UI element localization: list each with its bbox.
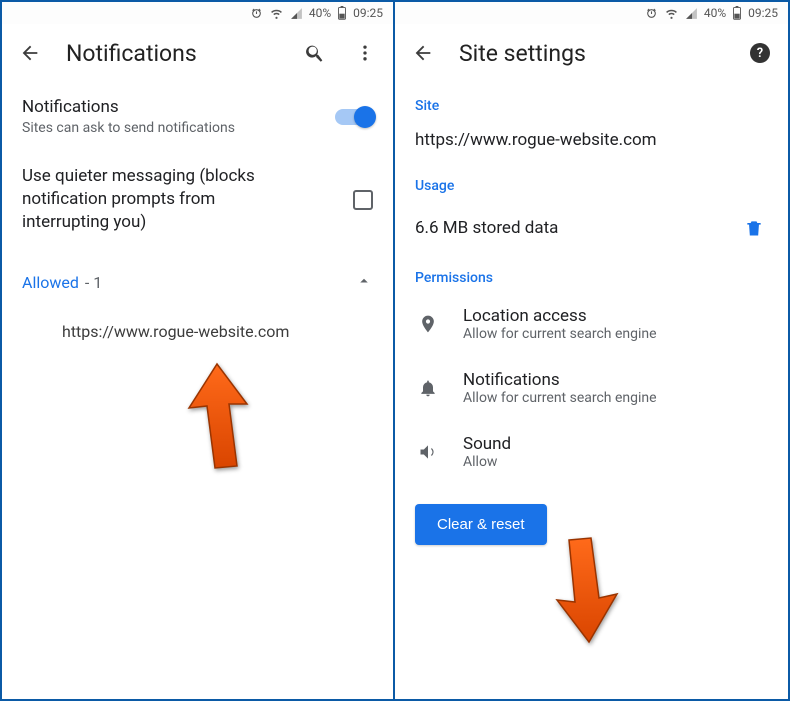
wifi-icon <box>269 7 284 20</box>
quieter-checkbox[interactable] <box>353 190 373 210</box>
row-notifications-toggle[interactable]: Notifications Sites can ask to send noti… <box>2 82 393 151</box>
battery-percent: 40% <box>309 6 331 20</box>
signal-icon <box>290 7 303 20</box>
battery-percent: 40% <box>704 6 726 20</box>
notif-title: Notifications <box>463 370 768 390</box>
allowed-label: Allowed <box>22 273 79 292</box>
back-icon[interactable] <box>16 39 44 67</box>
status-bar-2: 40% 09:25 <box>395 2 788 24</box>
alarm-icon <box>645 7 658 20</box>
location-title: Location access <box>463 306 768 326</box>
notifications-heading: Notifications <box>22 96 319 119</box>
section-usage: Usage <box>395 168 788 200</box>
clear-reset-button[interactable]: Clear & reset <box>415 504 547 545</box>
back-icon[interactable] <box>409 39 437 67</box>
location-icon <box>415 312 441 336</box>
site-url: https://www.rogue-website.com <box>395 120 788 168</box>
bell-icon <box>415 377 441 399</box>
section-site: Site <box>395 82 788 120</box>
section-permissions: Permissions <box>395 260 788 292</box>
alarm-icon <box>250 7 263 20</box>
row-location[interactable]: Location access Allow for current search… <box>395 292 788 356</box>
overflow-menu-icon[interactable] <box>351 39 379 67</box>
allowed-count: - 1 <box>85 273 102 292</box>
clock-time: 09:25 <box>748 6 778 20</box>
panel-site-settings: 40% 09:25 Site settings ? Site https://w… <box>395 2 788 699</box>
wifi-icon <box>664 7 679 20</box>
battery-icon <box>337 6 347 20</box>
location-sub: Allow for current search engine <box>463 326 768 342</box>
row-sound[interactable]: Sound Allow <box>395 420 788 484</box>
row-allowed-section[interactable]: Allowed - 1 <box>2 248 393 306</box>
chevron-up-icon <box>355 272 373 294</box>
annotation-arrow-2 <box>545 536 629 650</box>
battery-icon <box>732 6 742 20</box>
notif-sub: Allow for current search engine <box>463 390 768 406</box>
screenshot-stage: risk.com 40% 09:25 Notifications <box>0 0 790 701</box>
sound-title: Sound <box>463 434 768 454</box>
allowed-site-item[interactable]: https://www.rogue-website.com <box>2 306 393 357</box>
quieter-text: Use quieter messaging (blocks notificati… <box>22 165 292 234</box>
row-storage[interactable]: 6.6 MB stored data <box>395 200 788 260</box>
sound-icon <box>415 442 441 462</box>
signal-icon <box>685 7 698 20</box>
help-icon[interactable]: ? <box>746 39 774 67</box>
storage-text: 6.6 MB stored data <box>415 218 724 238</box>
page-title: Site settings <box>459 40 724 67</box>
trash-icon[interactable] <box>740 214 768 242</box>
app-bar-2: Site settings ? <box>395 24 788 82</box>
notifications-sub: Sites can ask to send notifications <box>22 119 319 137</box>
sound-sub: Allow <box>463 454 768 470</box>
search-icon[interactable] <box>301 39 329 67</box>
app-bar: Notifications <box>2 24 393 82</box>
row-notifications[interactable]: Notifications Allow for current search e… <box>395 356 788 420</box>
clock-time: 09:25 <box>353 6 383 20</box>
status-bar: 40% 09:25 <box>2 2 393 24</box>
page-title: Notifications <box>66 40 279 67</box>
notifications-toggle[interactable] <box>335 109 373 125</box>
annotation-arrow-1 <box>177 362 257 476</box>
row-quieter-messaging[interactable]: Use quieter messaging (blocks notificati… <box>2 151 393 248</box>
panel-notifications: 40% 09:25 Notifications Notifications Si… <box>2 2 395 699</box>
